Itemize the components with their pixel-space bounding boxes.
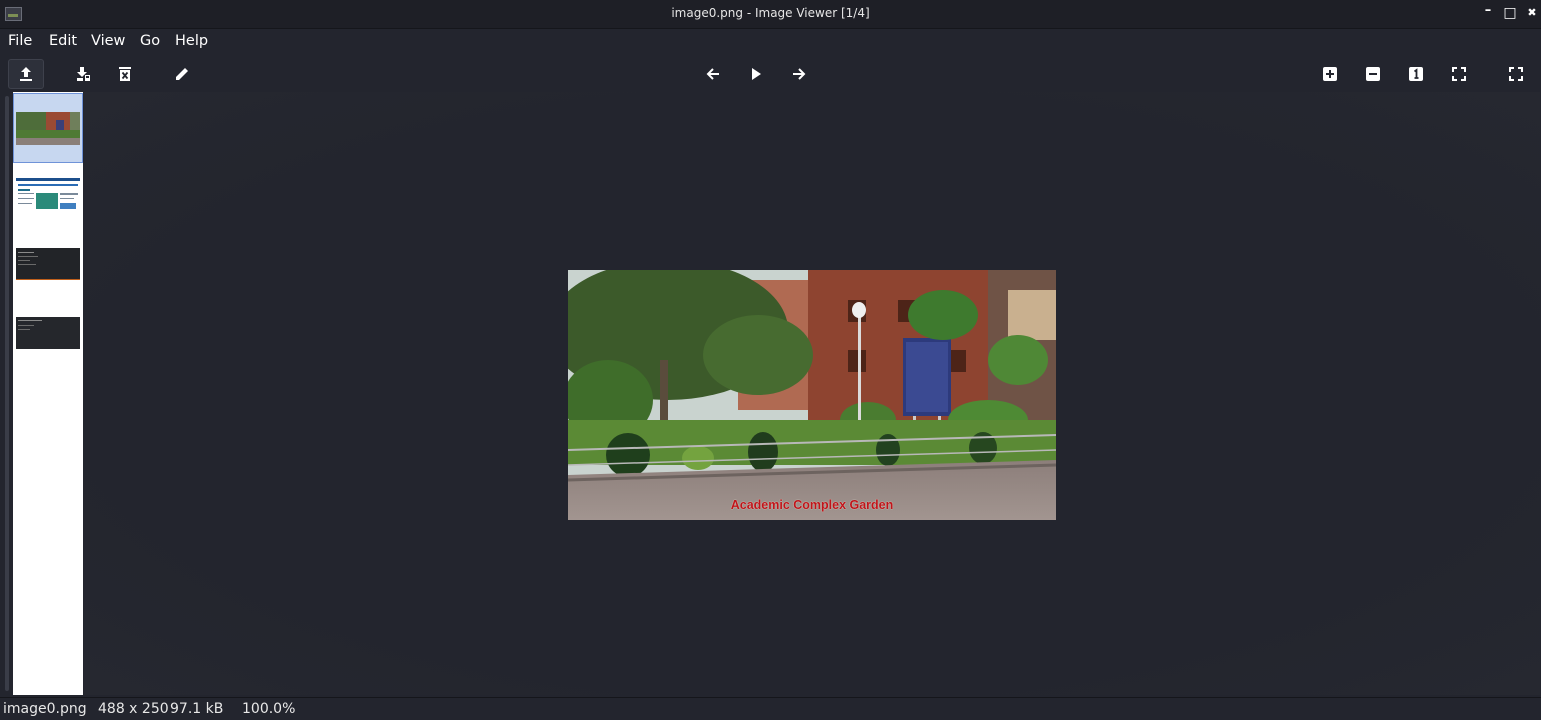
zoom-original-button[interactable] (1401, 60, 1431, 88)
zoom-in-button[interactable] (1315, 60, 1345, 88)
zoom-in-icon (1323, 67, 1337, 81)
image-canvas[interactable]: Academic Complex Garden (84, 92, 1540, 695)
thumbnail-item[interactable] (13, 93, 83, 163)
play-icon (752, 68, 761, 80)
toolbar (0, 56, 1541, 92)
open-button[interactable] (8, 59, 44, 89)
delete-icon (119, 67, 131, 81)
minimize-button[interactable]: – (1480, 3, 1496, 19)
edit-icon (176, 68, 188, 80)
thumbnail-item[interactable] (14, 299, 82, 367)
fullscreen-icon (1509, 67, 1523, 81)
back-arrow-icon (706, 68, 719, 80)
upload-icon (20, 67, 32, 81)
garden-photo (568, 270, 1056, 520)
status-zoom: 100.0% (242, 701, 296, 717)
image-caption: Academic Complex Garden (730, 498, 894, 512)
thumbnail-screenshot-image (16, 317, 80, 349)
menu-file[interactable]: File (8, 33, 32, 49)
zoom-fit-icon (1452, 67, 1466, 81)
scrollbar-thumb[interactable] (5, 96, 9, 691)
status-filename: image0.png (3, 701, 87, 717)
zoom-out-button[interactable] (1358, 60, 1388, 88)
menu-bar: File Edit View Go Help (0, 29, 1541, 54)
thumbnail-webpage-image (16, 177, 80, 215)
next-image-button[interactable] (784, 60, 814, 88)
zoom-out-icon (1366, 67, 1380, 81)
edit-button[interactable] (167, 60, 197, 88)
menu-edit[interactable]: Edit (49, 33, 77, 49)
thumbnail-garden-image (16, 111, 80, 145)
forward-arrow-icon (793, 68, 806, 80)
menu-view[interactable]: View (91, 33, 125, 49)
status-dimensions: 488 x 250 (98, 701, 169, 717)
slideshow-button[interactable] (741, 60, 771, 88)
thumbnail-panel (3, 92, 83, 695)
zoom-1to1-icon (1409, 67, 1423, 81)
thumbnail-item[interactable] (14, 162, 82, 230)
status-filesize: 97.1 kB (170, 701, 224, 717)
thumbnail-list (13, 92, 83, 695)
thumbnail-screenshot-image (16, 248, 80, 280)
maximize-button[interactable]: □ (1502, 5, 1518, 21)
delete-button[interactable] (110, 60, 140, 88)
save-button[interactable] (68, 60, 98, 88)
title-bar: image0.png - Image Viewer [1/4] – □ ✖ (0, 0, 1541, 29)
menu-go[interactable]: Go (140, 33, 160, 49)
close-button[interactable]: ✖ (1524, 5, 1540, 21)
thumbnail-item[interactable] (14, 230, 82, 298)
menu-help[interactable]: Help (175, 33, 208, 49)
thumbnail-scrollbar[interactable] (3, 92, 11, 695)
fullscreen-button[interactable] (1501, 60, 1531, 88)
zoom-fit-button[interactable] (1444, 60, 1474, 88)
displayed-image: Academic Complex Garden (568, 270, 1056, 520)
save-icon (77, 67, 90, 81)
previous-image-button[interactable] (698, 60, 728, 88)
status-bar: image0.png 488 x 250 97.1 kB 100.0% (0, 697, 1541, 720)
window-title: image0.png - Image Viewer [1/4] (671, 6, 870, 20)
